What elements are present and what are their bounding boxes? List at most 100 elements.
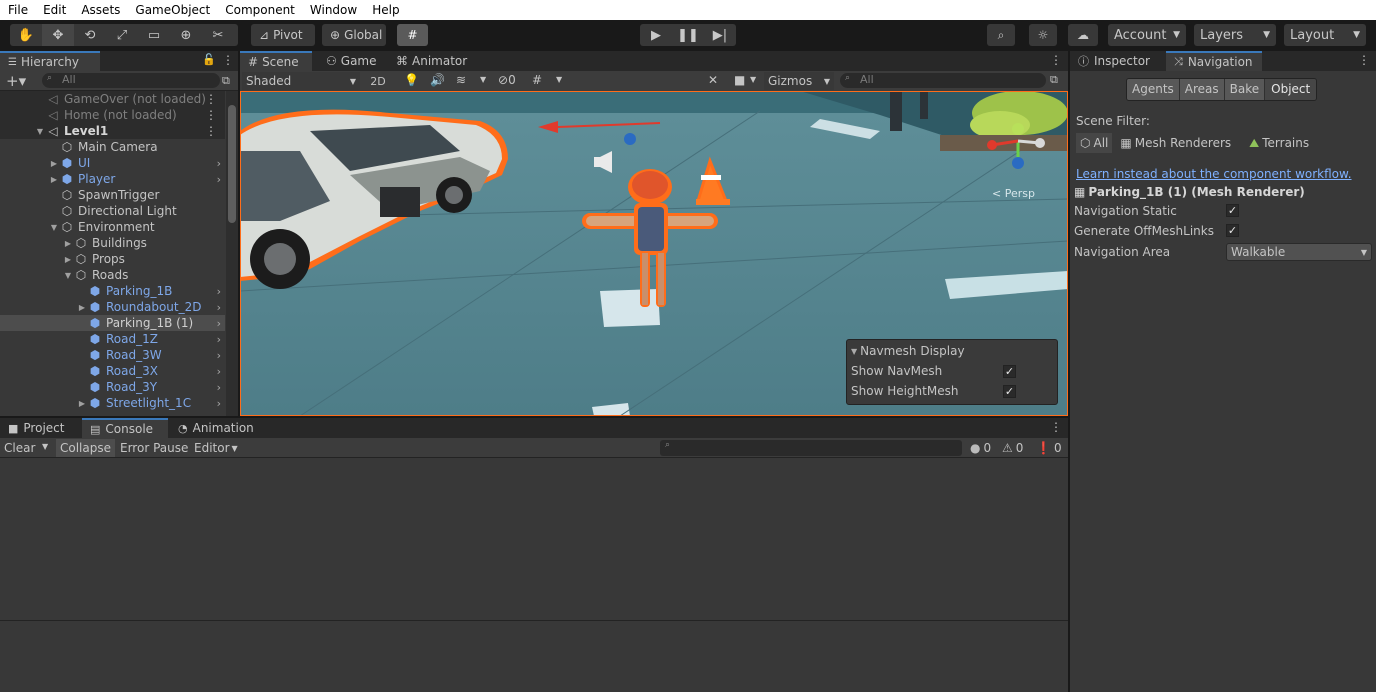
more-menu-icon[interactable]: ⋮ xyxy=(205,92,217,106)
shading-mode-dropdown[interactable]: Shaded ▼ xyxy=(242,72,360,90)
tab-scene[interactable]: # Scene xyxy=(240,51,312,71)
effects-icon[interactable]: ≋ xyxy=(456,73,466,87)
chevron-right-icon[interactable]: › xyxy=(217,317,221,330)
nav-tab-object[interactable]: Object xyxy=(1265,79,1317,100)
tree-item-props[interactable]: ▶ ⬡ Props xyxy=(0,251,225,267)
more-menu-icon[interactable]: ⋮ xyxy=(1050,53,1062,67)
tree-item-road-1z[interactable]: ⬢ Road_1Z › xyxy=(0,331,225,347)
chevron-right-icon[interactable]: › xyxy=(217,381,221,394)
tab-animator[interactable]: ⌘ Animator xyxy=(388,51,480,71)
audio-icon[interactable]: 🔊 xyxy=(430,73,445,87)
menu-component[interactable]: Component xyxy=(225,3,295,17)
show-heightmesh-checkbox[interactable]: ✓ xyxy=(1003,385,1016,398)
tab-animation[interactable]: ◔ Animation xyxy=(170,418,262,438)
expand-arrow-icon[interactable]: ▶ xyxy=(62,239,74,248)
cloud-button[interactable]: ☁ xyxy=(1068,24,1098,46)
menu-file[interactable]: File xyxy=(8,3,28,17)
tree-item-ui[interactable]: ▶ ⬢ UI › xyxy=(0,155,225,171)
play-icon[interactable]: ▶ xyxy=(640,24,672,46)
layout-dropdown[interactable]: Layout ▼ xyxy=(1284,24,1366,46)
chevron-right-icon[interactable]: › xyxy=(217,285,221,298)
tree-item-player[interactable]: ▶ ⬢ Player › xyxy=(0,171,225,187)
tab-navigation[interactable]: ⤨ Navigation xyxy=(1166,51,1262,71)
navigation-static-checkbox[interactable]: ✓ xyxy=(1226,204,1239,217)
hierarchy-search-input[interactable]: ⌕ All xyxy=(42,73,220,88)
tree-item-gameover[interactable]: ◁ GameOver (not loaded) ⋮ xyxy=(0,91,225,107)
nav-tab-areas[interactable]: Areas xyxy=(1179,79,1225,100)
grid-snap-button[interactable]: # xyxy=(397,24,428,46)
gizmos-dropdown[interactable]: Gizmos ▼ xyxy=(764,72,834,90)
component-workflow-link[interactable]: Learn instead about the component workfl… xyxy=(1076,167,1352,181)
chevron-right-icon[interactable]: › xyxy=(217,173,221,186)
chevron-down-icon[interactable]: ▼ xyxy=(42,442,48,451)
scale-tool-icon[interactable]: ⤢ xyxy=(106,24,138,46)
filter-terrains[interactable]: ⛰ Terrains xyxy=(1245,133,1313,153)
tools-icon[interactable]: ✕ xyxy=(708,73,718,87)
chevron-right-icon[interactable]: › xyxy=(217,333,221,346)
tree-item-home[interactable]: ◁ Home (not loaded) ⋮ xyxy=(0,107,225,123)
error-pause-toggle[interactable]: Error Pause xyxy=(116,439,192,457)
editor-dropdown[interactable]: Editor ▼ xyxy=(190,439,242,457)
hidden-objects-toggle[interactable]: ⊘ 0 xyxy=(498,73,516,87)
expand-arrow-icon[interactable]: ▶ xyxy=(48,175,60,184)
camera-icon[interactable]: ■ xyxy=(734,73,745,87)
rect-tool-icon[interactable]: ▭ xyxy=(138,24,170,46)
layers-dropdown[interactable]: Layers ▼ xyxy=(1194,24,1276,46)
console-search-input[interactable]: ⌕ xyxy=(660,440,962,456)
expand-arrow-icon[interactable]: ▼ xyxy=(34,127,46,136)
grid-icon[interactable]: # xyxy=(532,73,542,87)
menu-window[interactable]: Window xyxy=(310,3,357,17)
global-button[interactable]: ⊕ Global xyxy=(322,24,386,46)
navmesh-header[interactable]: ▼ Navmesh Display xyxy=(851,344,965,358)
log-count-toggle[interactable]: ● 0 xyxy=(970,439,991,457)
tree-item-roads[interactable]: ▼ ⬡ Roads xyxy=(0,267,225,283)
more-menu-icon[interactable]: ⋮ xyxy=(205,124,217,138)
chevron-down-icon[interactable]: ▼ xyxy=(556,75,562,84)
scene-visibility-icon[interactable]: ⧉ xyxy=(222,74,230,88)
tree-item-roundabout-2d[interactable]: ▶ ⬢ Roundabout_2D › xyxy=(0,299,225,315)
menu-edit[interactable]: Edit xyxy=(43,3,66,17)
pivot-button[interactable]: ⊿ Pivot xyxy=(251,24,315,46)
chevron-down-icon[interactable]: ▼ xyxy=(480,75,486,84)
hand-tool-icon[interactable]: ✋ xyxy=(10,24,42,46)
tree-item-road-3y[interactable]: ⬢ Road_3Y › xyxy=(0,379,225,395)
nav-tab-bake[interactable]: Bake xyxy=(1224,79,1266,100)
tab-project[interactable]: ■ Project xyxy=(0,418,82,438)
filter-mesh-renderers[interactable]: ▦ Mesh Renderers xyxy=(1116,133,1235,153)
nav-tab-agents[interactable]: Agents xyxy=(1127,79,1180,100)
chevron-right-icon[interactable]: › xyxy=(217,301,221,314)
menu-gameobject[interactable]: GameObject xyxy=(135,3,210,17)
custom-tool-icon[interactable]: ✂ xyxy=(202,24,234,46)
tree-item-streetlight-1c[interactable]: ▶ ⬢ Streetlight_1C › xyxy=(0,395,225,411)
tree-item-buildings[interactable]: ▶ ⬡ Buildings xyxy=(0,235,225,251)
navigation-area-dropdown[interactable]: Walkable ▼ xyxy=(1226,243,1372,261)
hierarchy-scrollbar[interactable] xyxy=(226,91,238,416)
chevron-right-icon[interactable]: › xyxy=(217,157,221,170)
tree-item-parking-1b[interactable]: ⬢ Parking_1B › xyxy=(0,283,225,299)
tree-item-road-3x[interactable]: ⬢ Road_3X › xyxy=(0,363,225,379)
menu-assets[interactable]: Assets xyxy=(81,3,120,17)
persp-label[interactable]: < Persp xyxy=(992,187,1035,200)
chevron-right-icon[interactable]: › xyxy=(217,349,221,362)
show-navmesh-checkbox[interactable]: ✓ xyxy=(1003,365,1016,378)
chevron-right-icon[interactable]: › xyxy=(217,365,221,378)
scrollbar-thumb[interactable] xyxy=(228,105,236,223)
expand-arrow-icon[interactable]: ▶ xyxy=(48,159,60,168)
expand-arrow-icon[interactable]: ▼ xyxy=(62,271,74,280)
tree-item-directional-light[interactable]: ⬡ Directional Light xyxy=(0,203,225,219)
move-tool-icon[interactable]: ✥ xyxy=(42,24,74,46)
tab-game[interactable]: ⚇ Game xyxy=(318,51,388,71)
rotate-tool-icon[interactable]: ⟲ xyxy=(74,24,106,46)
scene-search-input[interactable]: ⌕ All xyxy=(840,73,1046,88)
filter-all[interactable]: ⬡ All xyxy=(1076,133,1113,153)
collapse-toggle[interactable]: Collapse xyxy=(56,439,115,457)
more-menu-icon[interactable]: ⋮ xyxy=(222,53,234,67)
collab-button[interactable]: ☼ xyxy=(1029,24,1057,46)
expand-arrow-icon[interactable]: ▶ xyxy=(76,399,88,408)
more-menu-icon[interactable]: ⋮ xyxy=(1050,420,1062,434)
chevron-down-icon[interactable]: ▼ xyxy=(750,75,756,84)
light-bulb-icon[interactable]: 💡 xyxy=(404,73,419,87)
maximize-icon[interactable]: ⧉ xyxy=(1050,73,1058,87)
search-button[interactable]: ⌕ xyxy=(987,24,1015,46)
2d-toggle[interactable]: 2D xyxy=(366,72,390,90)
